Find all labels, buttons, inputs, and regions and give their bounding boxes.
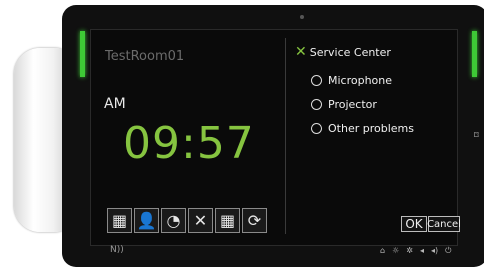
brightness-up-icon[interactable]: ✲ bbox=[406, 246, 413, 256]
panel-divider bbox=[285, 38, 286, 234]
service-center-title: ✕ Service Center bbox=[295, 44, 391, 60]
ok-button[interactable]: OK bbox=[401, 216, 427, 232]
nfc-label: N)) bbox=[110, 245, 124, 255]
volume-up-icon[interactable]: ◂) bbox=[431, 246, 438, 256]
brightness-down-icon[interactable]: ☼ bbox=[392, 246, 399, 256]
timer-icon[interactable]: ◔ bbox=[161, 208, 186, 233]
option-label: Other problems bbox=[328, 122, 414, 135]
calendar-icon[interactable]: ▦ bbox=[107, 208, 132, 233]
option-label: Microphone bbox=[328, 74, 393, 87]
option-projector[interactable]: Projector bbox=[311, 98, 377, 111]
status-led-right bbox=[472, 31, 477, 77]
person-icon[interactable]: 👤 bbox=[134, 208, 159, 233]
calendar-cancel-icon[interactable]: ▦ bbox=[215, 208, 240, 233]
home-icon[interactable]: ⌂ bbox=[380, 246, 385, 256]
radio-icon[interactable] bbox=[311, 123, 322, 134]
side-bookmark-icon: ⌑ bbox=[474, 131, 479, 141]
refresh-icon[interactable]: ⟳ bbox=[242, 208, 267, 233]
tools-icon[interactable]: ✕ bbox=[188, 208, 213, 233]
cancel-button[interactable]: Cancel bbox=[427, 216, 461, 232]
system-icons: ⌂ ☼ ✲ ◂ ◂) ⏻ bbox=[380, 246, 451, 256]
option-other-problems[interactable]: Other problems bbox=[311, 122, 414, 135]
status-led-left bbox=[80, 31, 85, 77]
am-pm-label: AM bbox=[104, 96, 126, 112]
option-microphone[interactable]: Microphone bbox=[311, 74, 392, 87]
display-screen: TestRoom01 AM 09:57 ▦ 👤 ◔ ✕ ▦ ⟳ ✕ Servic… bbox=[90, 29, 461, 246]
option-label: Projector bbox=[328, 98, 377, 111]
room-panel-device: ⌑ TestRoom01 AM 09:57 ▦ 👤 ◔ ✕ ▦ ⟳ ✕ Serv… bbox=[62, 5, 484, 267]
volume-down-icon[interactable]: ◂ bbox=[420, 246, 424, 256]
camera-icon bbox=[300, 15, 304, 19]
clock-time: 09:57 bbox=[123, 118, 255, 169]
radio-icon[interactable] bbox=[311, 75, 322, 86]
radio-icon[interactable] bbox=[311, 99, 322, 110]
power-icon[interactable]: ⏻ bbox=[445, 246, 451, 256]
room-name: TestRoom01 bbox=[105, 49, 185, 64]
toolbar: ▦ 👤 ◔ ✕ ▦ ⟳ bbox=[107, 208, 267, 233]
service-center-label: Service Center bbox=[309, 45, 391, 59]
wrench-icon: ✕ bbox=[295, 44, 307, 60]
